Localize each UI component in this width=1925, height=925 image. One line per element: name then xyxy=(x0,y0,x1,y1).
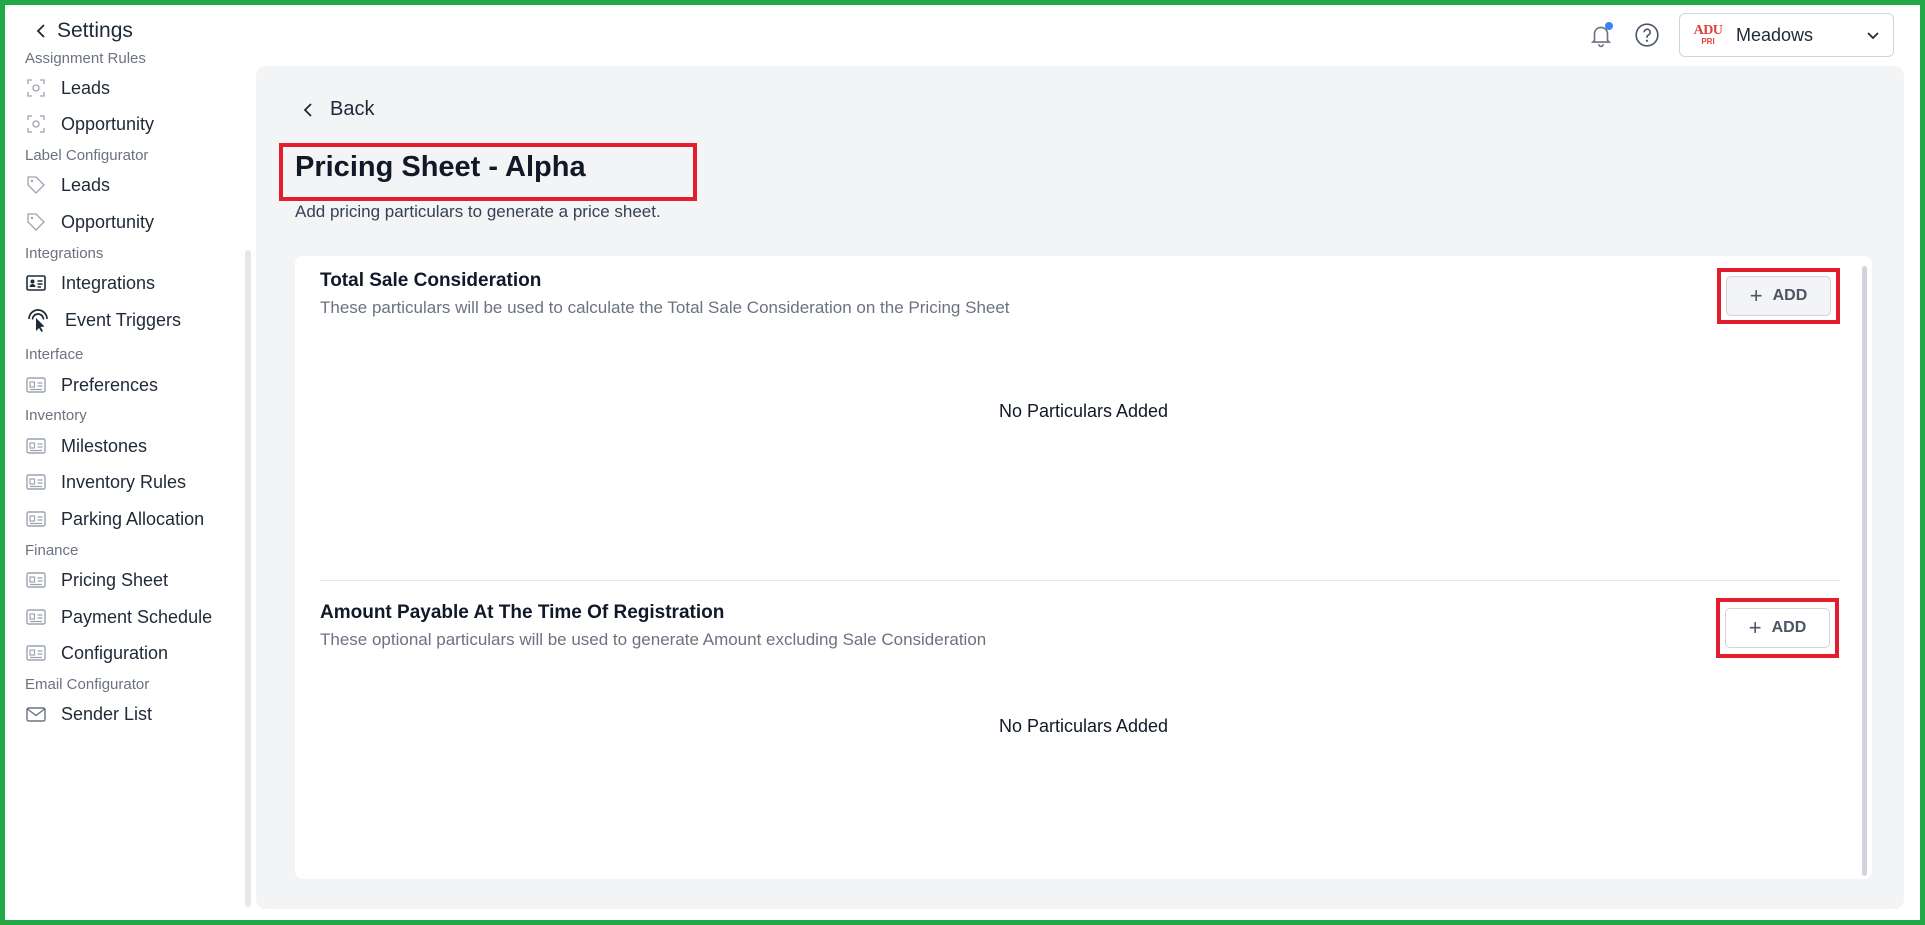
sidebar-item-assignment-opportunity[interactable]: Opportunity xyxy=(25,111,154,137)
tap-icon xyxy=(28,309,48,332)
sidebar-item-label: Leads xyxy=(61,174,111,195)
sidebar-item-integrations[interactable]: Integrations xyxy=(25,270,155,296)
sidebar-item-label: Opportunity xyxy=(61,211,155,232)
top-bar: Settings ADU PRI Meadows xyxy=(5,5,1920,57)
sidebar-item-payment-schedule[interactable]: Payment Schedule xyxy=(25,604,212,630)
sidebar-item-label: Preferences xyxy=(61,374,159,395)
sidebar-item-label: Integrations xyxy=(61,272,156,293)
notification-dot xyxy=(1605,22,1613,30)
tag-icon xyxy=(27,176,45,194)
empty-state-registration: No Particulars Added xyxy=(998,716,1169,736)
project-name: Meadows xyxy=(1736,24,1814,45)
add-total-sale-button[interactable]: + ADD xyxy=(1726,276,1831,316)
sidebar-item-label: Opportunity xyxy=(61,113,155,134)
project-logo-subtext: PRI xyxy=(1701,37,1715,46)
id-card-icon xyxy=(26,377,46,393)
sidebar-item-label: Event Triggers xyxy=(65,309,182,330)
section-title-registration: Amount Payable At The Time Of Registrati… xyxy=(320,602,725,623)
empty-state-total-sale: No Particulars Added xyxy=(998,401,1169,421)
sidebar-item-label: Payment Schedule xyxy=(61,606,213,627)
chevron-left-icon xyxy=(36,24,45,38)
sidebar-section-inventory: Inventory xyxy=(25,407,87,424)
sidebar-section-email-configurator: Email Configurator xyxy=(25,676,150,693)
top-actions: ADU PRI Meadows xyxy=(1587,13,1894,57)
sidebar-section-finance: Finance xyxy=(25,542,79,559)
help-button[interactable] xyxy=(1633,21,1661,49)
sidebar-section-interface: Interface xyxy=(25,346,84,363)
settings-sidebar: Assignment Rules Leads Opportunity Label… xyxy=(5,50,251,920)
page-title: Pricing Sheet - Alpha xyxy=(295,151,586,183)
target-icon xyxy=(27,115,45,133)
sidebar-item-parking-allocation[interactable]: Parking Allocation xyxy=(25,506,204,532)
sidebar-item-inventory-rules[interactable]: Inventory Rules xyxy=(25,469,186,495)
back-button[interactable]: Back xyxy=(300,98,374,121)
plus-icon: + xyxy=(1748,615,1762,640)
sidebar-item-preferences[interactable]: Preferences xyxy=(25,372,158,398)
sidebar-item-pricing-sheet[interactable]: Pricing Sheet xyxy=(25,567,168,593)
project-selector[interactable]: ADU PRI Meadows xyxy=(1679,13,1894,57)
add-highlight-box: + ADD xyxy=(1717,268,1840,324)
tag-icon xyxy=(27,213,45,231)
section-title-total-sale: Total Sale Consideration xyxy=(320,270,542,291)
sidebar-item-label-leads[interactable]: Leads xyxy=(25,172,110,198)
sidebar-item-event-triggers[interactable]: Event Triggers xyxy=(25,307,181,333)
section-divider xyxy=(320,580,1840,581)
id-card-icon xyxy=(26,511,46,527)
main-content: Back Pricing Sheet - Alpha Add pricing p… xyxy=(256,66,1904,909)
sidebar-scrollbar[interactable] xyxy=(245,250,251,907)
sidebar-item-label: Milestones xyxy=(61,435,148,456)
sidebar-item-label: Parking Allocation xyxy=(61,508,205,529)
chevron-left-icon xyxy=(303,102,312,117)
id-card-icon xyxy=(26,572,46,588)
sidebar-item-label: Leads xyxy=(61,77,111,98)
id-card-icon xyxy=(26,438,46,454)
plus-icon: + xyxy=(1749,283,1763,308)
sidebar-item-label: Configuration xyxy=(61,642,169,663)
sidebar-item-label: Pricing Sheet xyxy=(61,569,169,590)
help-circle-icon xyxy=(1635,23,1659,47)
settings-back-label: Settings xyxy=(57,19,133,42)
section-desc-total-sale: These particulars will be used to calcul… xyxy=(320,298,1010,317)
sidebar-section-label-configurator: Label Configurator xyxy=(25,147,149,164)
notifications-button[interactable] xyxy=(1587,21,1615,49)
mail-icon xyxy=(26,707,46,722)
sidebar-item-milestones[interactable]: Milestones xyxy=(25,433,147,459)
sidebar-section-assignment-rules: Assignment Rules xyxy=(25,50,146,67)
id-card-icon xyxy=(26,275,46,291)
settings-back-button[interactable]: Settings xyxy=(33,19,133,43)
id-card-icon xyxy=(26,609,46,625)
sidebar-item-label-opportunity[interactable]: Opportunity xyxy=(25,209,154,235)
back-label: Back xyxy=(330,98,375,120)
id-card-icon xyxy=(26,645,46,661)
sidebar-section-integrations: Integrations xyxy=(25,245,104,262)
target-icon xyxy=(27,79,45,97)
project-logo-text: ADU xyxy=(1693,23,1723,38)
sidebar-item-assignment-leads[interactable]: Leads xyxy=(25,75,110,101)
sidebar-item-sender-list[interactable]: Sender List xyxy=(25,701,152,727)
sidebar-item-label: Sender List xyxy=(61,703,153,724)
particulars-card: Total Sale Consideration These particula… xyxy=(295,256,1872,879)
add-label: ADD xyxy=(1772,287,1808,304)
sidebar-item-label: Inventory Rules xyxy=(61,471,187,492)
card-scrollbar[interactable] xyxy=(1862,266,1867,876)
section-desc-registration: These optional particulars will be used … xyxy=(320,630,987,649)
project-logo: ADU PRI xyxy=(1692,21,1724,49)
add-registration-button[interactable]: + ADD xyxy=(1725,608,1830,648)
id-card-icon xyxy=(26,474,46,490)
add-highlight-box: + ADD xyxy=(1716,598,1839,658)
sidebar-item-configuration[interactable]: Configuration xyxy=(25,640,168,666)
add-label: ADD xyxy=(1771,619,1807,636)
chevron-down-icon xyxy=(1867,32,1879,40)
page-subtitle: Add pricing particulars to generate a pr… xyxy=(295,202,661,221)
